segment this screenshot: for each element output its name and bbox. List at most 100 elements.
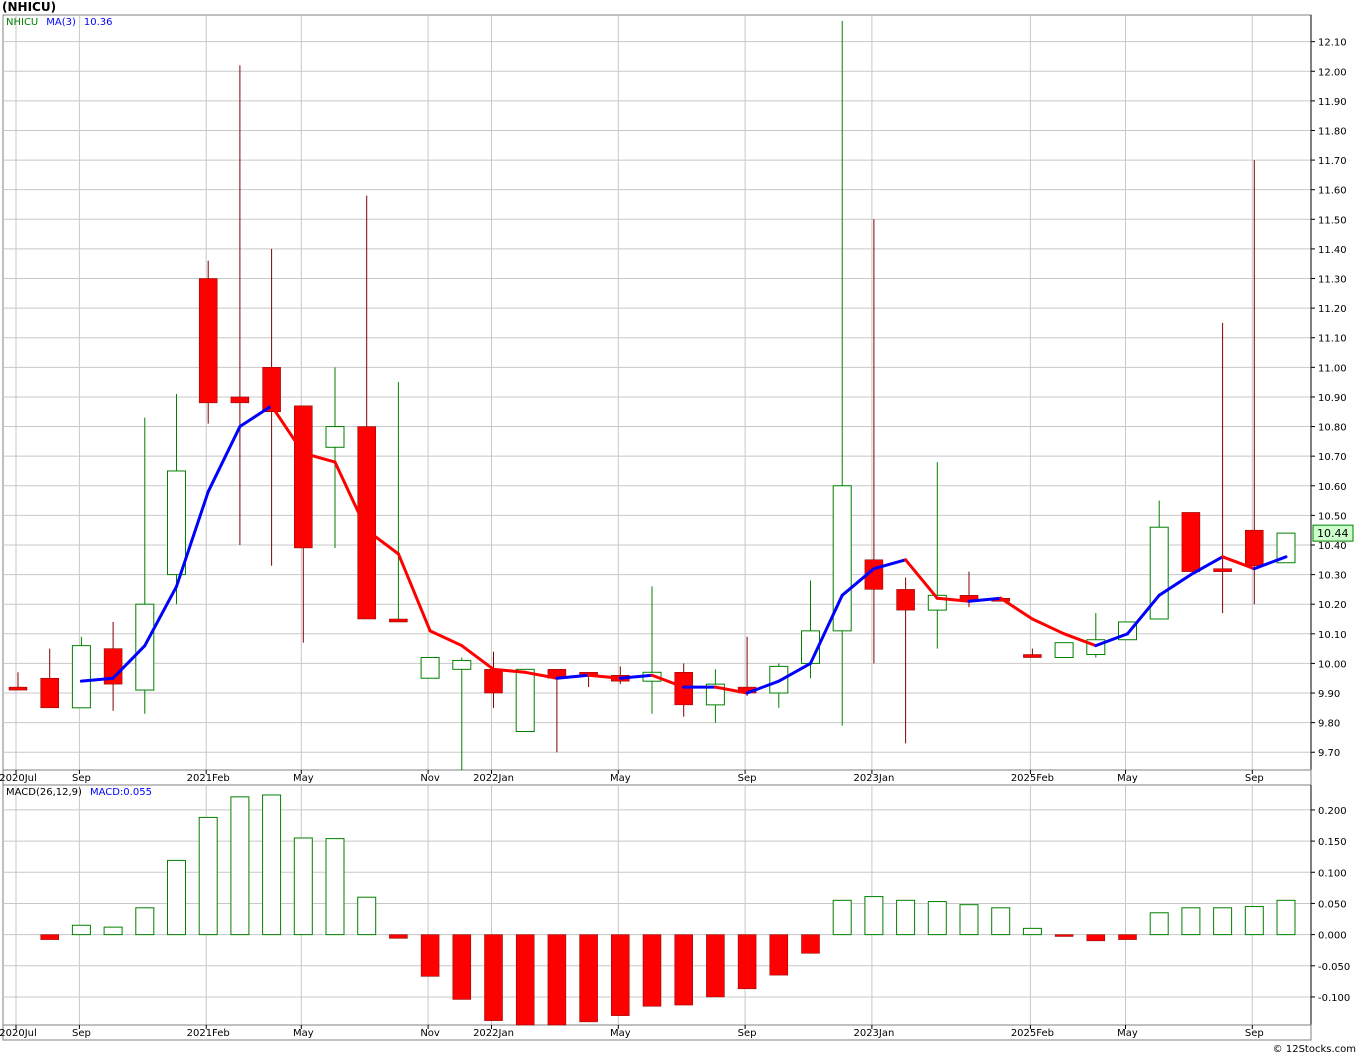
macd-xtick-label: May [293,1028,314,1039]
price-xtick-label: 2020Jul [0,773,37,784]
macd-bar-positive [959,904,979,936]
price-xtick-label: May [1117,773,1138,784]
macd-xtick-label: 2022Jan [473,1028,514,1039]
price-xtick-label: 2021Feb [187,773,230,784]
price-xtick-label: 2023Jan [853,773,894,784]
macd-bar-positive [198,816,218,936]
macd-bar-positive [1213,907,1233,936]
price-ytick-label: 10.90 [1318,393,1347,404]
price-panel: 9.709.809.9010.0010.1010.2010.3010.4010.… [0,14,1354,786]
macd-bar-positive [1276,899,1296,936]
macd-bar-negative [1118,934,1137,940]
macd-bar-positive [103,926,123,936]
candle-body-down [230,396,250,404]
candle-body-down [40,677,59,709]
price-xtick-label: May [610,773,631,784]
candle-body-down [484,669,503,694]
macd-ytick-label: -0.100 [1318,993,1350,1004]
price-ytick-label: 10.70 [1318,452,1347,463]
candle-body-up [452,659,472,670]
price-ytick-label: 11.60 [1318,186,1347,197]
macd-bar-positive [991,907,1011,936]
macd-bar-positive [1181,907,1201,936]
macd-bar-positive [1149,912,1169,936]
price-ytick-label: 11.80 [1318,126,1347,137]
chart-svg: 9.709.809.9010.0010.1010.2010.3010.4010.… [0,14,1354,1041]
macd-bar-negative [1054,934,1074,937]
price-ytick-label: 9.70 [1318,748,1340,759]
macd-bar-positive [167,859,186,936]
candle-body-down [198,278,218,404]
macd-bar-negative [452,934,472,1000]
macd-xtick-label: 2023Jan [853,1028,894,1039]
candle-body-up [325,426,345,448]
macd-bar-negative [547,934,567,1026]
price-ytick-label: 11.70 [1318,156,1347,167]
macd-ytick-label: 0.150 [1318,837,1347,848]
macd-ytick-label: 0.050 [1318,899,1347,910]
price-xtick-label: May [293,773,314,784]
candle-body-up [420,656,440,679]
price-ytick-label: 12.00 [1318,67,1347,78]
macd-bar-positive [71,924,91,936]
macd-bar-positive [1244,906,1264,936]
macd-legend-value: MACD:0.055 [90,787,152,798]
price-ytick-label: 9.80 [1318,719,1340,730]
macd-bar-negative [674,934,693,1006]
price-ytick-label: 11.10 [1318,334,1347,345]
macd-bar-negative [579,934,598,1023]
macd-bar-negative [706,934,725,998]
candle-body-down [357,426,376,620]
price-xtick-label: Sep [72,773,91,784]
candle-body-up [515,668,535,733]
price-ytick-label: 10.20 [1318,600,1347,611]
price-ytick-label: 11.20 [1318,304,1347,315]
price-xtick-label: 2022Jan [473,773,514,784]
macd-bar-positive [1022,927,1042,936]
macd-bar-positive [896,899,916,936]
macd-xtick-label: Sep [738,1028,757,1039]
price-legend: NHICU MA(3) 10.36 [6,17,113,28]
macd-bar-negative [769,934,789,976]
candle-body-down [1181,512,1201,572]
price-xtick-label: Sep [738,773,757,784]
candle-body-down [1245,529,1264,566]
chart-stage: 9.70 9.80 9.90 10.00 10.10 10.20 10.30 10.40 10.… [0,0,1360,1056]
macd-xtick-label: Nov [420,1028,440,1039]
candle-body-up [167,470,186,576]
macd-panel: -0.100 -0.050 0.000 0.050 0.100 0.150 0.200 202… [0,784,1350,1041]
candle-body-down [8,686,28,691]
price-ytick-label: 10.80 [1318,423,1347,434]
macd-bar-negative [484,934,503,1021]
price-ytick-label: 11.90 [1318,97,1347,108]
macd-ytick-label: 0.100 [1318,868,1347,879]
price-xtick-label: Sep [1245,773,1264,784]
legend-ma-value: 10.36 [84,17,113,28]
macd-xtick-label: 2025Feb [1011,1028,1054,1039]
macd-xtick-label: Sep [72,1028,91,1039]
macd-bar-positive [927,901,947,936]
macd-xtick-label: 2020Jul [0,1028,37,1039]
price-ytick-label: 12.10 [1318,38,1347,49]
macd-bar-positive [293,837,313,936]
macd-legend-label: MACD(26,12,9) [6,787,82,798]
site-credit: © 12Stocks.com [1272,1044,1356,1055]
candle-body-down [294,405,313,549]
price-ytick-label: 9.90 [1318,689,1340,700]
macd-bar-positive [135,907,155,936]
macd-bar-positive [230,796,250,936]
macd-xtick-label: 2021Feb [187,1028,230,1039]
price-ytick-label: 11.50 [1318,215,1347,226]
macd-bar-positive [325,838,345,936]
candle-body-down [389,618,408,623]
legend-ma-label: MA(3) [46,17,76,28]
candle-body-down [1213,568,1232,572]
macd-bar-positive [262,794,282,936]
macd-bar-negative [1086,934,1106,942]
macd-bar-negative [737,934,757,990]
candle-body-up [1054,642,1074,658]
macd-bar-positive [357,896,377,936]
price-ytick-label: 10.10 [1318,630,1347,641]
macd-xtick-label: Sep [1245,1028,1264,1039]
price-xtick-label: Nov [420,773,440,784]
